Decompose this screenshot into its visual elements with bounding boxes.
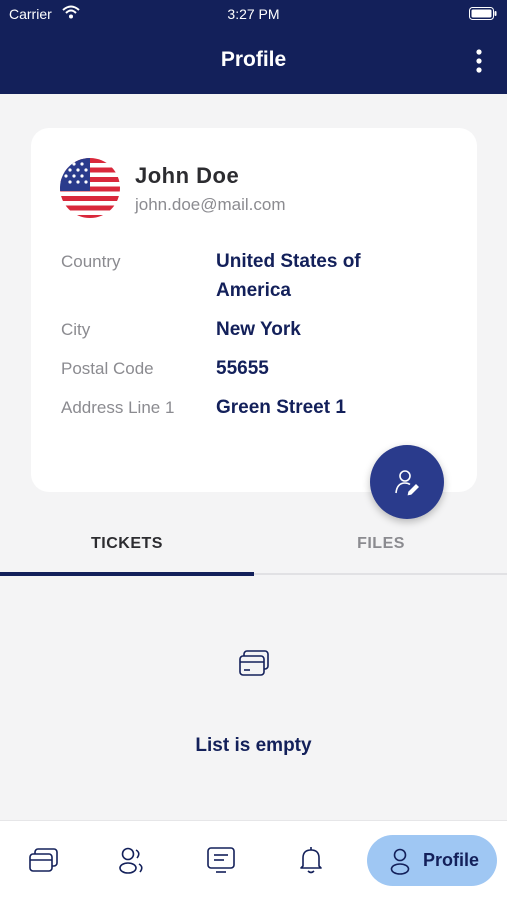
bottom-navigation: Profile	[0, 820, 507, 900]
profile-icon	[390, 848, 410, 875]
edit-profile-button[interactable]	[370, 445, 444, 519]
postal-code-label: Postal Code	[61, 359, 154, 378]
tab-bar: TICKETS FILES	[0, 520, 507, 576]
edit-user-icon	[395, 470, 419, 496]
status-bar: Carrier 3:27 PM	[0, 0, 507, 28]
battery-icon	[469, 7, 497, 20]
city-value: New York	[216, 319, 301, 340]
nav-profile-active[interactable]: Profile	[367, 835, 497, 886]
nav-profile-label: Profile	[423, 850, 480, 870]
nav-chat-icon[interactable]	[204, 843, 238, 877]
more-vertical-icon[interactable]	[469, 48, 489, 74]
profile-email: john.doe@mail.com	[135, 195, 286, 214]
tab-tickets[interactable]: TICKETS	[0, 535, 254, 553]
tab-active-indicator	[0, 572, 254, 576]
nav-users-icon[interactable]	[114, 843, 148, 877]
tab-files[interactable]: FILES	[254, 535, 507, 553]
clock: 3:27 PM	[227, 6, 280, 22]
nav-bell-icon[interactable]	[294, 843, 328, 877]
empty-list-message: List is empty	[195, 735, 312, 756]
country-label: Country	[61, 252, 121, 271]
avatar-flag-us	[60, 158, 120, 218]
cards-icon	[239, 650, 269, 676]
profile-card: John Doe john.doe@mail.com Country Unite…	[31, 128, 477, 492]
page-title: Profile	[220, 48, 287, 71]
address-line-1-label: Address Line 1	[61, 398, 175, 417]
profile-name: John Doe	[135, 163, 240, 188]
nav-tickets-cards-icon[interactable]	[26, 843, 60, 877]
address-line-1-value: Green Street 1	[216, 397, 346, 418]
city-label: City	[61, 320, 91, 339]
postal-code-value: 55655	[216, 358, 269, 379]
app-bar: Profile	[0, 28, 507, 94]
country-value: United States of America	[216, 251, 361, 301]
